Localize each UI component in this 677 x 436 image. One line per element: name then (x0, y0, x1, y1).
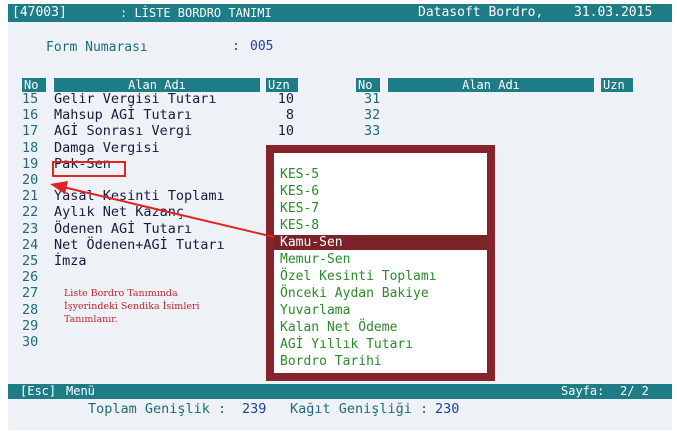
terminal-screen: [47003] : LİSTE BORDRO TANIMI Datasoft B… (8, 4, 672, 430)
page-value: 2/ 2 (620, 384, 649, 398)
esc-key[interactable]: [Esc] (20, 385, 56, 397)
footer-bar: [Esc] Menü Sayfa: 2/ 2 (8, 384, 672, 399)
total-width-label: Toplam Genişlik : (88, 401, 227, 417)
total-width-value: 239 (242, 401, 267, 417)
paper-width-label: Kağıt Genişliği : (290, 401, 429, 417)
menu-label[interactable]: Menü (66, 385, 95, 397)
paper-width-value: 230 (435, 401, 460, 417)
annotation-arrow (50, 181, 275, 238)
page-label: Sayfa: (561, 384, 605, 398)
